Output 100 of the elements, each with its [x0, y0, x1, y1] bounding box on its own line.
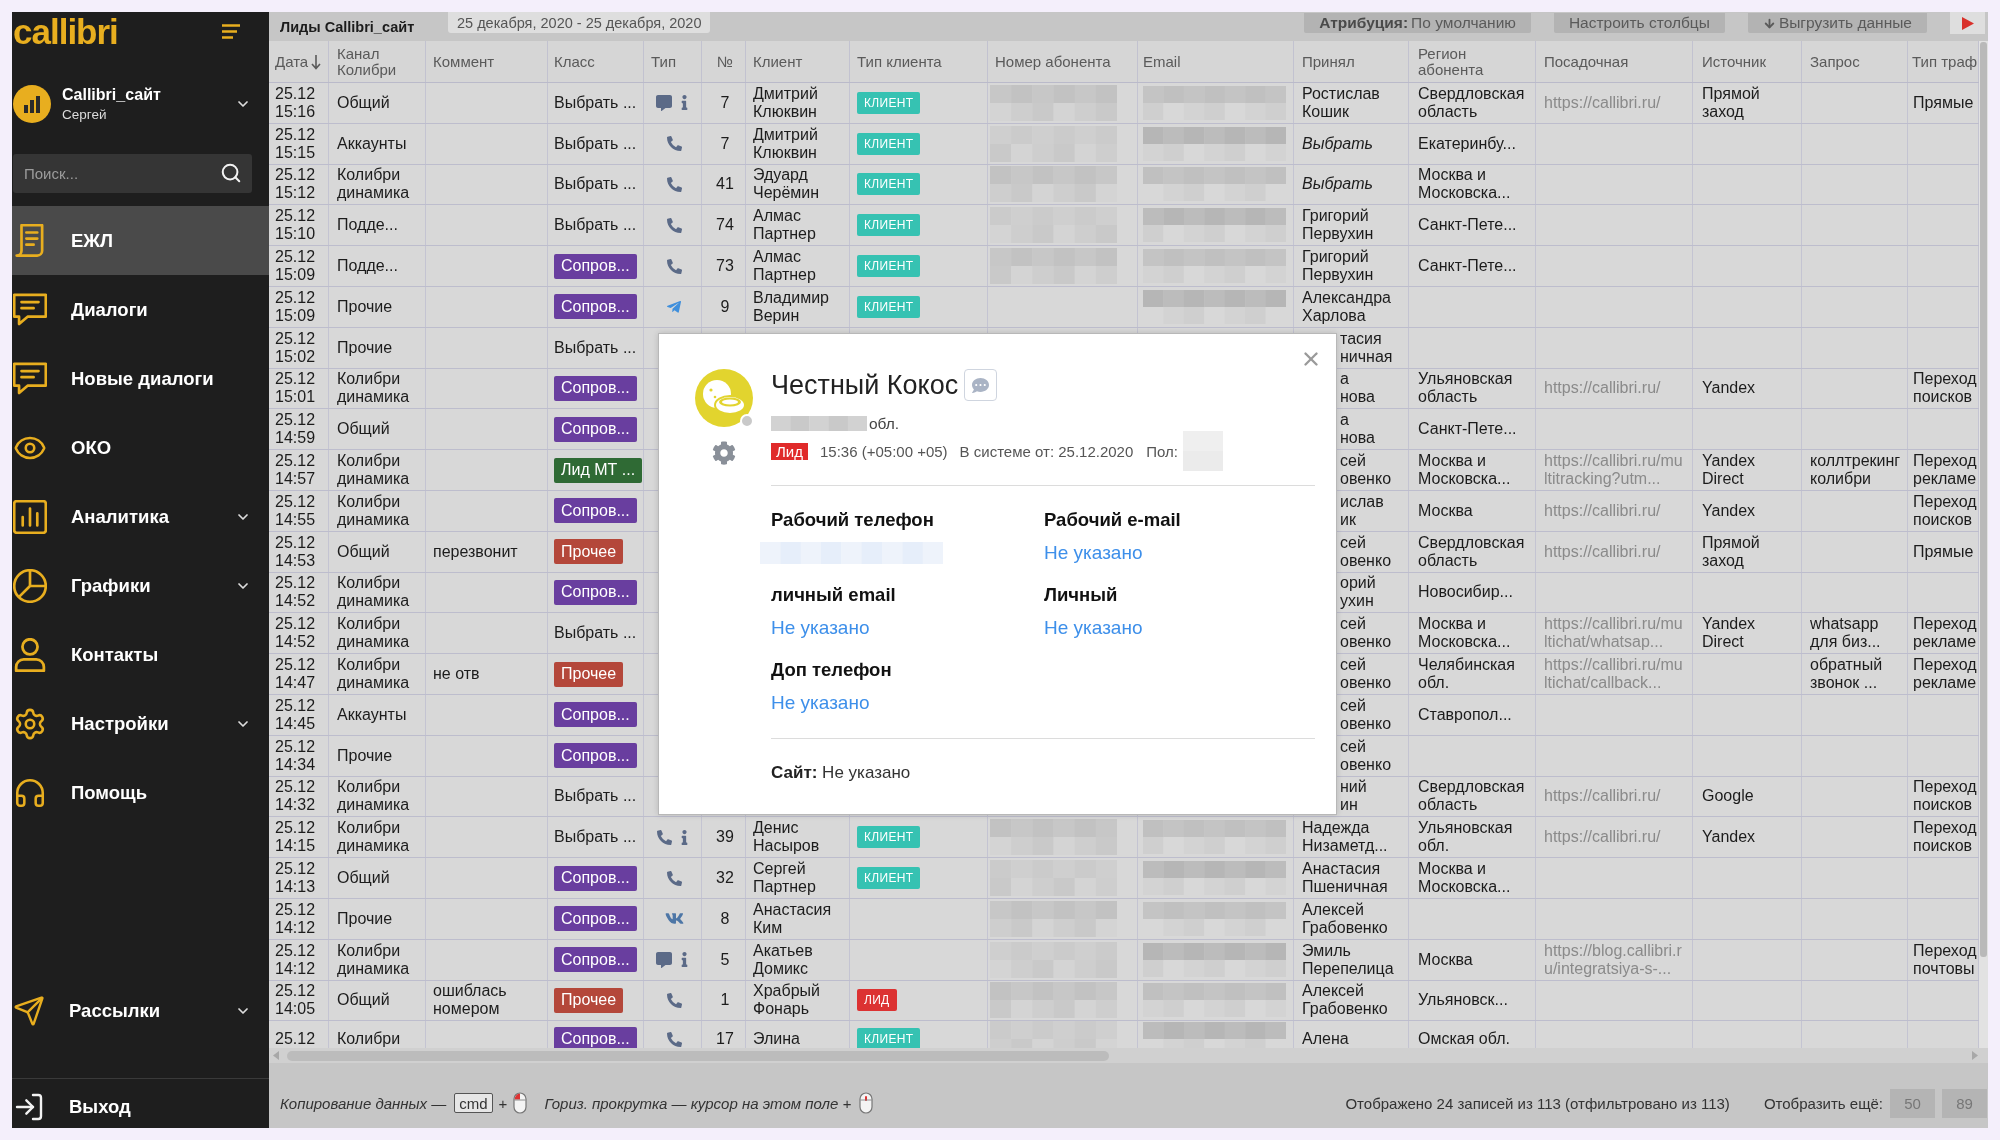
scrollbar-thumb[interactable]	[1980, 42, 1987, 957]
class-select[interactable]: Выбрать ...	[548, 205, 644, 246]
field-label: Рабочий телефон	[771, 509, 934, 531]
class-tag[interactable]: Прочее	[554, 539, 624, 565]
table-cell: Колибри динамика	[329, 776, 426, 817]
table-cell: Москва и Московска...	[1409, 164, 1536, 205]
play-button[interactable]	[1950, 12, 1985, 34]
search-field[interactable]: Поиск...	[13, 154, 252, 193]
class-tag[interactable]: Сопров...	[554, 702, 637, 728]
nav-item[interactable]: Рассылки	[12, 976, 269, 1045]
nav-item[interactable]: Графики	[12, 551, 269, 620]
table-cell: 73	[702, 246, 746, 286]
class-select[interactable]: Выбрать ...	[548, 164, 644, 205]
column-header[interactable]: Запрос	[1802, 41, 1908, 82]
table-cell: Владимир Верин	[746, 287, 850, 327]
table-cell: коллтрекинг колибри	[1802, 450, 1908, 490]
scroll-left-icon[interactable]	[273, 1051, 279, 1060]
class-select[interactable]: Выбрать ...	[548, 613, 644, 654]
column-header[interactable]: Посадочная	[1536, 41, 1693, 82]
class-select[interactable]: Выбрать ...	[548, 817, 644, 858]
class-select[interactable]: Выбрать ...	[548, 327, 644, 368]
table-cell: https://callibri.ru/	[1536, 776, 1693, 817]
class-tag[interactable]: Сопров...	[554, 294, 637, 320]
mouse-icon	[513, 1092, 528, 1114]
class-tag[interactable]: Прочее	[554, 661, 624, 687]
bar-chart-icon	[13, 499, 47, 534]
class-tag[interactable]: Сопров...	[554, 906, 637, 932]
class-tag[interactable]: Сопров...	[554, 253, 637, 279]
column-header[interactable]: Принял	[1294, 41, 1409, 82]
client-type-badge: КЛИЕНТ	[857, 214, 921, 237]
table-cell: Аккаунты	[329, 123, 426, 164]
class-tag[interactable]: Сопров...	[554, 1026, 637, 1048]
table-cell: Екатеринбу...	[1409, 123, 1536, 164]
class-tag[interactable]: Прочее	[554, 987, 624, 1013]
table-cell: Общий	[329, 980, 426, 1021]
class-tag[interactable]: Лид МТ ...	[554, 457, 643, 483]
class-tag[interactable]: Сопров...	[554, 743, 637, 769]
accepted-select[interactable]: Выбрать	[1294, 164, 1409, 205]
column-header[interactable]: Источник	[1693, 41, 1802, 82]
nav-item[interactable]: Новые диалоги	[12, 344, 269, 413]
nav-item[interactable]: Контакты	[12, 620, 269, 689]
status-badge: Лид	[771, 442, 808, 460]
table-cell: 25.12 14:34	[269, 735, 329, 776]
date-range-tab[interactable]: 25 декабря, 2020 - 25 декабря, 2020	[448, 12, 711, 33]
table-cell: Москва и Московска...	[1409, 858, 1536, 898]
chat-button[interactable]	[964, 369, 998, 401]
table-cell: Google	[1693, 776, 1802, 817]
table-cell: 25.12 14:57	[269, 450, 329, 490]
table-cell: Общий	[329, 858, 426, 898]
table-cell: https://callibri.ru/multitracking?utm...	[1536, 450, 1693, 490]
class-select[interactable]: Выбрать ...	[548, 83, 644, 123]
class-tag[interactable]: Сопров...	[554, 416, 637, 442]
column-header[interactable]: Email	[1138, 41, 1294, 82]
table-cell: Алексей Грабовенко	[1294, 898, 1409, 939]
column-header[interactable]: Клиент	[746, 41, 850, 82]
table-cell: https://callibri.ru/	[1536, 531, 1693, 572]
column-header[interactable]: Тип клиента	[850, 41, 988, 82]
class-tag[interactable]: Сопров...	[554, 947, 637, 973]
region-text: обл.	[869, 414, 900, 433]
column-header[interactable]: №	[702, 41, 746, 82]
nav-item[interactable]: Помощь	[12, 758, 269, 827]
class-select[interactable]: Выбрать ...	[548, 123, 644, 164]
attribution-button[interactable]: Атрибуция: По умолчанию	[1304, 13, 1531, 33]
class-select[interactable]: Выбрать ...	[548, 776, 644, 817]
brand-logo[interactable]: callibri	[13, 13, 118, 49]
column-header[interactable]: Дата	[269, 41, 329, 82]
nav-item[interactable]: ЕЖЛ	[12, 206, 269, 275]
scroll-right-icon[interactable]	[1972, 1051, 1978, 1060]
pie-chart-icon	[13, 568, 47, 603]
class-tag[interactable]: Сопров...	[554, 375, 637, 401]
nav-item[interactable]: Аналитика	[12, 482, 269, 551]
table-cell: Эмиль Перепелица	[1294, 939, 1409, 980]
table-cell: Алмас Партнер	[746, 246, 850, 286]
column-header[interactable]: Тип	[644, 41, 702, 82]
table-cell: 25.12 14:45	[269, 694, 329, 735]
column-header[interactable]: Коммент	[426, 41, 548, 82]
client-type-badge: КЛИЕНТ	[857, 826, 921, 849]
menu-icon[interactable]	[222, 23, 240, 39]
column-header[interactable]: Регион абонента	[1409, 41, 1536, 82]
search-icon[interactable]	[220, 162, 242, 184]
nav-item[interactable]: Диалоги	[12, 275, 269, 344]
table-cell: Храбрый Фонарь	[746, 980, 850, 1021]
vertical-scrollbar[interactable]	[1979, 41, 1988, 1048]
nav-item[interactable]: ОКО	[12, 413, 269, 482]
class-tag[interactable]: Сопров...	[554, 498, 637, 524]
table-cell: 25.12 15:01	[269, 368, 329, 409]
column-header[interactable]: Номер абонента	[988, 41, 1138, 82]
class-tag[interactable]: Сопров...	[554, 865, 637, 891]
accepted-select[interactable]: Выбрать	[1294, 123, 1409, 164]
nav-item[interactable]: Настройки	[12, 689, 269, 758]
class-tag[interactable]: Сопров...	[554, 579, 637, 605]
column-header[interactable]: Канал Колибри	[329, 41, 426, 82]
horizontal-scrollbar[interactable]	[269, 1048, 1988, 1063]
bar-chart-avatar-icon[interactable]	[13, 85, 51, 123]
column-header[interactable]: Класс	[548, 41, 644, 82]
table-cell: 25.12 14:12	[269, 939, 329, 980]
table-cell: 25.12 14:59	[269, 409, 329, 450]
table-cell: Общий	[329, 531, 426, 572]
records-summary: Отображено 24 записей из 113 (отфильтровано из 113)	[1345, 1094, 1730, 1112]
settings-icon[interactable]	[712, 441, 736, 465]
